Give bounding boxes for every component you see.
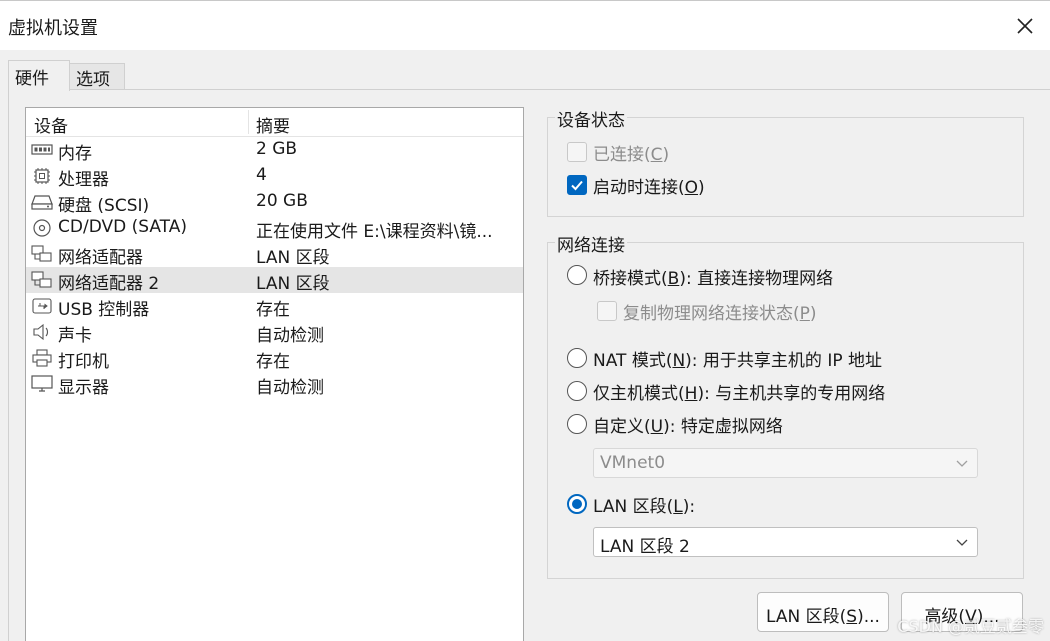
device-row-usb-controller[interactable]: USB 控制器 存在: [26, 293, 523, 320]
device-row-display[interactable]: 显示器 自动检测: [26, 371, 523, 398]
device-summary: 20 GB: [256, 191, 308, 211]
device-name: 网络适配器 2: [58, 274, 160, 294]
replicate-state-checkbox[interactable]: [597, 301, 617, 321]
watermark: CSDN @贰豆贰叁零: [897, 617, 1044, 636]
device-summary: 4: [256, 165, 267, 185]
printer-icon: [32, 349, 52, 367]
device-summary: LAN 区段: [256, 248, 330, 268]
device-name: 打印机: [58, 352, 109, 372]
device-summary: 2 GB: [256, 139, 298, 159]
memory-icon: [31, 144, 53, 155]
device-row-memory[interactable]: 内存 2 GB: [26, 137, 523, 164]
device-name: 硬盘 (SCSI): [58, 196, 150, 216]
replicate-state-label: 复制物理网络连接状态(P): [623, 304, 817, 324]
chevron-down-icon: [956, 539, 968, 546]
device-summary: 自动检测: [256, 378, 324, 398]
device-summary: 正在使用文件 E:\课程资料\镜...: [256, 222, 493, 242]
column-divider[interactable]: [248, 110, 249, 134]
network-connection-title: 网络连接: [555, 231, 627, 256]
lan-segments-button[interactable]: LAN 区段(S)...: [757, 592, 889, 632]
device-summary: 存在: [256, 352, 290, 372]
title-bar: 虚拟机设置: [0, 0, 1050, 50]
device-status-title: 设备状态: [555, 106, 627, 131]
tab-hardware-label: 硬件: [15, 69, 49, 89]
device-row-cd-dvd[interactable]: CD/DVD (SATA) 正在使用文件 E:\课程资料\镜...: [26, 215, 523, 242]
device-row-printer[interactable]: 打印机 存在: [26, 345, 523, 372]
lan-segments-button-label: LAN 区段(S)...: [766, 607, 880, 627]
connect-at-power-on-checkbox[interactable]: [567, 175, 587, 195]
device-summary: 存在: [256, 300, 290, 320]
column-header-summary[interactable]: 摘要: [256, 112, 290, 137]
sound-card-icon: [33, 323, 49, 341]
window-title: 虚拟机设置: [8, 18, 98, 39]
host-only-label: 仅主机模式(H): 与主机共享的专用网络: [593, 384, 886, 404]
column-header-device[interactable]: 设备: [34, 112, 68, 137]
device-name: 声卡: [58, 326, 92, 346]
lan-segment-value: LAN 区段 2: [600, 537, 690, 557]
processor-icon: [34, 168, 50, 184]
cd-dvd-icon: [33, 219, 51, 237]
device-summary: LAN 区段: [256, 274, 330, 294]
tab-hardware[interactable]: 硬件: [8, 60, 70, 91]
nat-label: NAT 模式(N): 用于共享主机的 IP 地址: [593, 351, 883, 371]
device-row-processor[interactable]: 处理器 4: [26, 163, 523, 190]
lan-segment-label: LAN 区段(L):: [593, 497, 696, 517]
device-list[interactable]: 设备 摘要 内存 2 GB 处理器 4 硬盘 (SCSI) 20 GB CD/D…: [25, 107, 524, 641]
device-name: CD/DVD (SATA): [58, 217, 187, 237]
host-only-radio[interactable]: [567, 381, 587, 401]
device-name: 内存: [58, 144, 92, 164]
device-row-hard-disk[interactable]: 硬盘 (SCSI) 20 GB: [26, 189, 523, 216]
custom-label: 自定义(U): 特定虚拟网络: [593, 417, 783, 437]
tab-options[interactable]: 选项: [69, 63, 125, 90]
device-summary: 自动检测: [256, 326, 324, 346]
bridged-label: 桥接模式(B): 直接连接物理网络: [593, 269, 834, 289]
custom-network-select[interactable]: VMnet0: [593, 448, 978, 478]
chevron-down-icon: [956, 460, 968, 467]
nat-radio[interactable]: [567, 348, 587, 368]
device-name: 显示器: [58, 378, 109, 398]
close-icon: [1017, 18, 1033, 34]
device-list-header: 设备 摘要: [26, 108, 523, 137]
bridged-radio[interactable]: [567, 265, 587, 285]
usb-icon: [32, 298, 52, 314]
hard-disk-icon: [31, 195, 53, 210]
custom-network-value: VMnet0: [600, 453, 666, 473]
connect-at-power-on-label: 启动时连接(O): [593, 178, 705, 198]
lan-segment-select[interactable]: LAN 区段 2: [593, 527, 978, 557]
checkmark-icon: [571, 180, 583, 191]
device-name: 处理器: [58, 170, 109, 190]
network-adapter-icon: [31, 271, 52, 288]
device-name: USB 控制器: [58, 300, 150, 320]
network-adapter-icon: [31, 245, 52, 262]
custom-radio[interactable]: [567, 414, 587, 434]
device-status-group: [547, 117, 1024, 217]
display-icon: [31, 375, 53, 392]
tab-options-label: 选项: [76, 70, 110, 90]
connected-label: 已连接(C): [593, 145, 670, 165]
device-row-network-adapter[interactable]: 网络适配器 LAN 区段: [26, 241, 523, 268]
connected-checkbox[interactable]: [567, 142, 587, 162]
device-name: 网络适配器: [58, 248, 143, 268]
device-row-network-adapter-2[interactable]: 网络适配器 2 LAN 区段: [26, 267, 523, 294]
device-row-sound-card[interactable]: 声卡 自动检测: [26, 319, 523, 346]
close-button[interactable]: [1010, 11, 1040, 41]
lan-segment-radio[interactable]: [567, 494, 587, 514]
